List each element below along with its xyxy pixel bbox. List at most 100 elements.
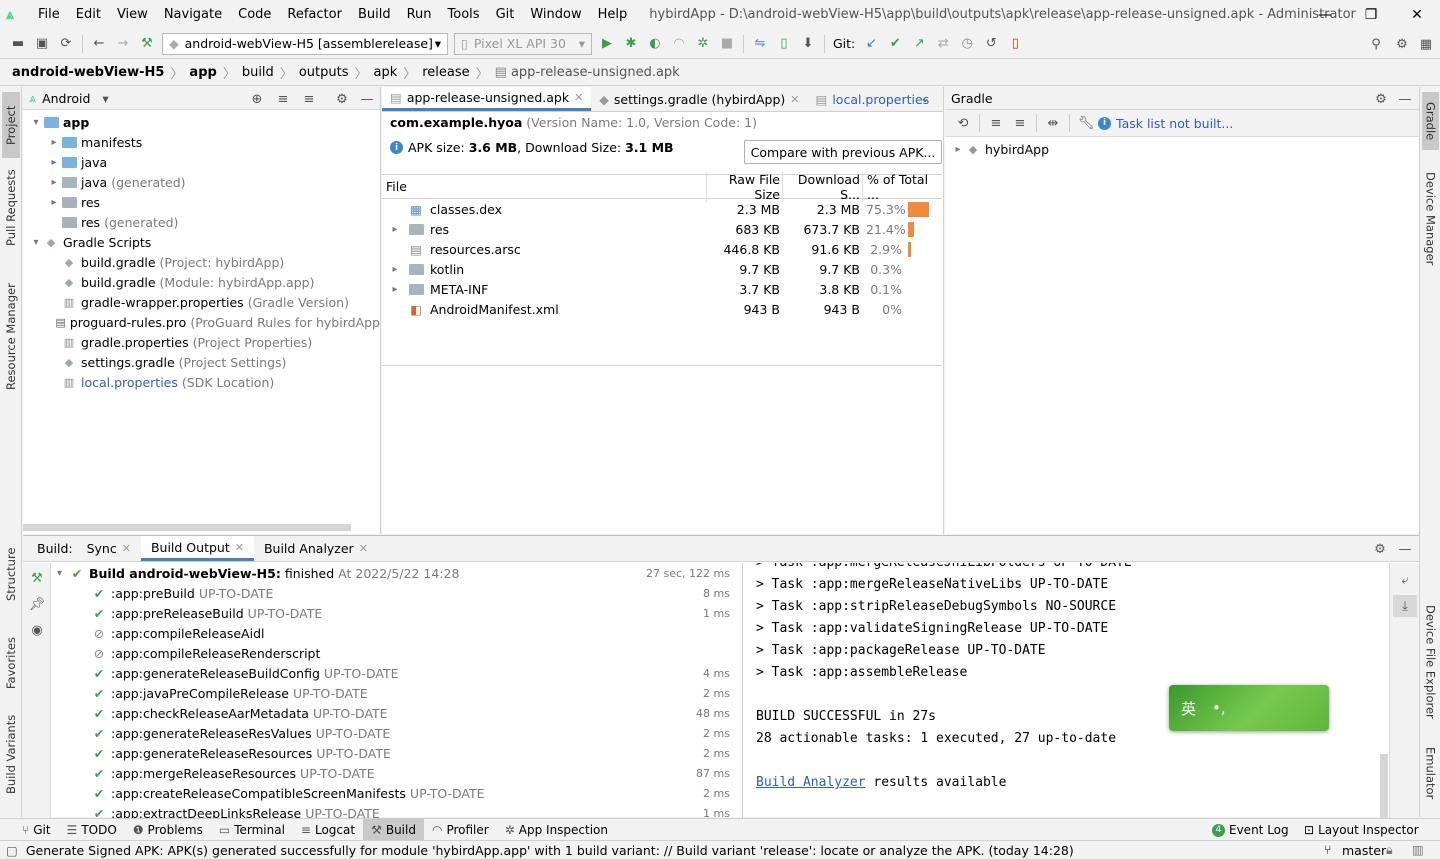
build-task-row[interactable]: ✔:app:preBuild UP-TO-DATE 8 ms: [51, 583, 742, 603]
chevron-right-icon[interactable]: ▸: [386, 264, 404, 275]
make-project-hammer-icon[interactable]: ⚒: [135, 33, 159, 55]
open-folder-icon[interactable]: ▬: [6, 33, 30, 55]
tool-button-todo[interactable]: ☰ TODO: [59, 819, 125, 841]
sdk-manager-icon[interactable]: ⬇: [796, 33, 820, 55]
soft-wrap-icon[interactable]: ⤶: [1393, 569, 1417, 591]
build-task-row[interactable]: ✔:app:generateReleaseResources UP-TO-DATE…: [51, 743, 742, 763]
breadcrumb-item[interactable]: android-webView-H5: [12, 65, 164, 80]
build-task-row[interactable]: ✔:app:checkReleaseAarMetadata UP-TO-DATE 4…: [51, 703, 742, 723]
hide-panel-icon[interactable]: —: [1393, 538, 1417, 560]
table-row[interactable]: ▤ resources.arsc 446.8 KB 91.6 KB 2.9%: [382, 239, 942, 259]
project-tree-node[interactable]: ◆ build.gradle (Project: hybirdApp): [23, 252, 380, 272]
tool-tab-pull-requests[interactable]: Pull Requests: [2, 167, 20, 249]
save-all-icon[interactable]: ▣: [30, 33, 54, 55]
menu-run[interactable]: Run: [399, 7, 440, 22]
editor-tab[interactable]: ▤ local.properties: [808, 87, 938, 111]
git-history-icon[interactable]: ◷: [955, 33, 979, 55]
gradle-root-node[interactable]: ▸ ◆ hybirdApp: [945, 139, 1419, 159]
project-tree-node[interactable]: ▸ java (generated): [23, 172, 380, 192]
tool-tab-build-variants[interactable]: Build Variants: [2, 713, 20, 795]
project-tree-node[interactable]: ▾ ◆ Gradle Scripts: [23, 232, 380, 252]
table-row[interactable]: ▸ res 683 KB 673.7 KB 21.4%: [382, 219, 942, 239]
project-tree-node[interactable]: ▾ app: [23, 112, 380, 132]
menu-edit[interactable]: Edit: [68, 7, 109, 22]
menu-file[interactable]: File: [30, 7, 68, 22]
chevron-right-icon[interactable]: ▸: [47, 157, 61, 168]
attach-debugger-icon[interactable]: ✲: [691, 33, 715, 55]
rebuild-hammer-icon[interactable]: ⚒: [25, 567, 49, 589]
status-toggle-icon[interactable]: ▢: [6, 843, 18, 858]
chevron-down-icon[interactable]: ▾: [29, 117, 43, 128]
breadcrumb-item[interactable]: release: [422, 65, 469, 80]
project-tree-node[interactable]: ▥ gradle-wrapper.properties (Gradle Versio…: [23, 292, 380, 312]
menu-tools[interactable]: Tools: [440, 7, 488, 22]
project-tree-node[interactable]: ▸ res: [23, 192, 380, 212]
build-root-node[interactable]: ▾ ✔ Build android-webView-H5: finished A…: [51, 563, 742, 583]
menu-code[interactable]: Code: [230, 7, 279, 22]
expand-all-icon[interactable]: ≡: [984, 112, 1008, 134]
chevron-right-icon[interactable]: ▸: [386, 224, 404, 235]
device-mirror-icon[interactable]: ▯: [1003, 33, 1027, 55]
chevron-right-icon[interactable]: ▸: [47, 137, 61, 148]
tool-button-logcat[interactable]: ≡ Logcat: [293, 819, 363, 841]
run-icon[interactable]: ▶: [595, 33, 619, 55]
build-analyzer-link[interactable]: Build Analyzer: [756, 775, 866, 790]
tool-tab-emulator[interactable]: Emulator: [1422, 737, 1439, 809]
search-icon[interactable]: ⚲: [1364, 33, 1388, 55]
project-view-select[interactable]: Android: [42, 91, 90, 106]
menu-help[interactable]: Help: [590, 7, 636, 22]
build-tab-sync[interactable]: Sync ✕: [77, 536, 141, 561]
column-header-download-size[interactable]: Download S...: [782, 171, 862, 202]
profile-icon[interactable]: ◠: [667, 33, 691, 55]
project-tree-node[interactable]: ▥ gradle.properties (Project Properties): [23, 332, 380, 352]
chevron-right-icon[interactable]: ▸: [47, 177, 61, 188]
eye-icon[interactable]: ◉: [25, 619, 49, 641]
project-tree-node[interactable]: ▸ manifests: [23, 132, 380, 152]
minimize-button[interactable]: —: [1302, 0, 1348, 29]
tool-tab-device-file-explorer[interactable]: Device File Explorer: [1422, 603, 1439, 721]
ime-indicator[interactable]: 英 •,: [1169, 685, 1329, 731]
close-tab-icon[interactable]: ✕: [574, 91, 583, 104]
menu-build[interactable]: Build: [350, 7, 399, 22]
column-header-raw-size[interactable]: Raw File Size: [706, 171, 782, 202]
maximize-button[interactable]: ❐: [1348, 0, 1394, 29]
tool-tab-resource-manager[interactable]: Resource Manager: [2, 277, 20, 397]
table-row[interactable]: ▸ META-INF 3.7 KB 3.8 KB 0.1%: [382, 279, 942, 299]
breadcrumb-item[interactable]: app: [189, 65, 216, 80]
close-button[interactable]: ✕: [1394, 0, 1440, 29]
lock-icon[interactable]: 🔒︎: [1386, 842, 1393, 858]
project-tree-node[interactable]: res (generated): [23, 212, 380, 232]
tool-tab-gradle[interactable]: Gradle: [1422, 92, 1439, 150]
hide-panel-icon[interactable]: —: [355, 88, 379, 110]
git-merge-icon[interactable]: ⇄: [931, 33, 955, 55]
wrench-icon[interactable]: 🔧︎: [1074, 112, 1098, 134]
pin-icon[interactable]: 📌︎: [25, 593, 49, 615]
chevron-down-icon[interactable]: ▾: [102, 91, 108, 106]
project-tree-node[interactable]: ▥ local.properties (SDK Location): [23, 372, 380, 392]
column-header-file[interactable]: File: [382, 179, 706, 194]
menu-navigate[interactable]: Navigate: [156, 7, 230, 22]
close-tab-icon[interactable]: ✕: [235, 541, 244, 554]
scroll-to-end-icon[interactable]: ⤓: [1393, 595, 1417, 617]
build-task-row[interactable]: ✔:app:generateReleaseResValues UP-TO-DATE…: [51, 723, 742, 743]
settings-gear-icon[interactable]: ⚙: [1390, 33, 1414, 55]
chevron-right-icon[interactable]: ▸: [951, 144, 965, 155]
run-coverage-icon[interactable]: ◐: [643, 33, 667, 55]
compare-apk-button[interactable]: Compare with previous APK...: [744, 140, 942, 164]
layout-inspector-button[interactable]: ⊡ Layout Inspector: [1296, 819, 1427, 841]
breadcrumb-item[interactable]: build: [242, 65, 274, 80]
collapse-all-icon[interactable]: ≡: [1008, 112, 1032, 134]
chevron-down-icon[interactable]: ▾: [29, 237, 43, 248]
build-tab-build-analyzer[interactable]: Build Analyzer ✕: [254, 536, 378, 561]
build-task-row[interactable]: ✔:app:preReleaseBuild UP-TO-DATE 1 ms: [51, 603, 742, 623]
back-icon[interactable]: ←: [87, 33, 111, 55]
menu-git[interactable]: Git: [488, 7, 523, 22]
chevron-down-icon[interactable]: ▾: [57, 568, 71, 579]
tool-tab-structure[interactable]: Structure: [2, 539, 20, 609]
menu-view[interactable]: View: [109, 7, 156, 22]
ide-update-icon[interactable]: ▦: [1414, 33, 1438, 55]
editor-tab[interactable]: ▤ app-release-unsigned.apk ✕: [382, 87, 592, 111]
sync-icon[interactable]: ⟳: [54, 33, 78, 55]
tool-tab-project[interactable]: Project: [2, 92, 20, 158]
build-task-row[interactable]: ✔:app:createReleaseCompatibleScreenManif…: [51, 783, 742, 803]
